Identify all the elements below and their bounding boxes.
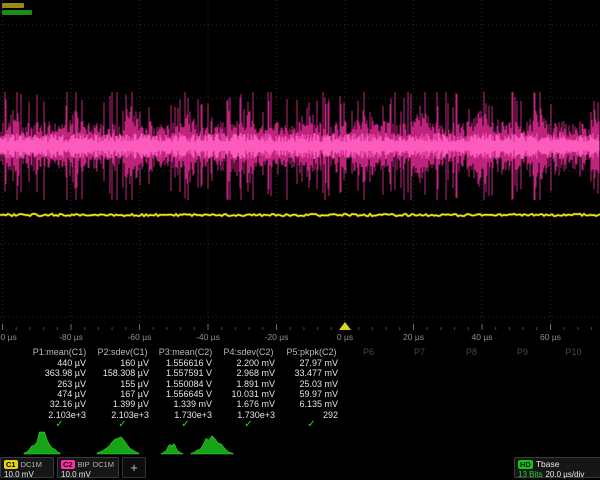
time-axis-label: -100 µs [0,332,33,342]
time-axis: -100 µs -80 µs -60 µs -40 µs -20 µs 0 µs 20 µs… [0,331,600,345]
time-axis-label: -20 µs [247,332,307,342]
param-header-p1[interactable]: P1:mean(C1) [28,347,91,357]
param-header-p6[interactable]: P6 [343,347,394,357]
param-value: 59.97 mV [280,389,343,399]
parameter-histicon [24,432,60,454]
time-axis-label: 20 µs [384,332,444,342]
param-value: 25.03 mV [280,379,343,389]
param-header-p10[interactable]: P10 [548,347,599,357]
param-value: 1.339 mV [154,399,217,409]
param-value: 2.200 mV [217,358,280,368]
param-value: 2.968 mV [217,368,280,378]
oscilloscope-screen: -100 µs -80 µs -60 µs -40 µs -20 µs 0 µs 20 µs… [0,0,600,480]
time-axis-label: -40 µs [178,332,238,342]
param-value: 1.676 mV [217,399,280,409]
parameter-histicon [191,436,233,454]
param-value: 474 µV [28,389,91,399]
toolbar-remnant-yellow-icon [2,3,24,8]
param-header-p9[interactable]: P9 [497,347,548,357]
c1-badge: C1 [4,460,18,469]
param-value: 2.103e+3 [28,410,91,420]
param-value: 1.399 µV [91,399,154,409]
add-trace-button[interactable]: + [122,457,146,478]
param-status-ok: ✓ [28,419,91,430]
time-axis-label: -80 µs [41,332,101,342]
param-status-ok: ✓ [280,419,343,430]
tbase-scale: 20.0 µs/div [545,470,584,479]
toolbar-remnant-green-icon [2,10,32,15]
channel-descriptor-c2[interactable]: C2 BIP DC1M 10.0 mV [57,457,119,478]
c2-badge: C2 [61,460,75,469]
param-status-ok: ✓ [217,419,280,430]
param-header-p3[interactable]: P3:mean(C2) [154,347,217,357]
trigger-position-marker [339,322,351,330]
param-value: 158.308 µV [91,368,154,378]
param-value: 2.103e+3 [91,410,154,420]
param-header-p4[interactable]: P4:sdev(C2) [217,347,280,357]
timebase-descriptor[interactable]: HD Tbase 13 Bits 20.0 µs/div [514,457,600,478]
param-value: 167 µV [91,389,154,399]
tbase-label: Tbase [536,460,560,469]
param-value: 1.891 mV [217,379,280,389]
tbase-bits: 13 Bits [518,470,542,479]
param-value: 1.730e+3 [217,410,280,420]
time-axis-label: 60 µs [521,332,581,342]
bottom-bar: C1 DC1M 10.0 mV C2 BIP DC1M 10.0 mV + HD… [0,456,600,480]
param-value: 363.98 µV [28,368,91,378]
param-value: 292 [280,410,343,420]
param-value: 155 µV [91,379,154,389]
param-value: 33.477 mV [280,368,343,378]
histicon-strip [0,430,600,456]
param-value: 1.730e+3 [154,410,217,420]
channel-descriptor-c1[interactable]: C1 DC1M 10.0 mV [0,457,54,478]
c1-coupling: DC1M [21,460,42,469]
param-header-p2[interactable]: P2:sdev(C1) [91,347,154,357]
hd-badge: HD [518,460,533,469]
param-value: 1.556616 V [154,358,217,368]
time-axis-label: -60 µs [110,332,170,342]
time-axis-label: 40 µs [452,332,512,342]
param-status-ok: ✓ [91,419,154,430]
param-value: 6.135 mV [280,399,343,409]
param-value: 440 µV [28,358,91,368]
param-header-p7[interactable]: P7 [394,347,445,357]
c1-vertical-scale: 10.0 mV [4,470,34,479]
parameter-histicon [161,444,183,454]
waveform-grid [0,0,600,332]
param-value: 263 µV [28,379,91,389]
measurement-table: P1:mean(C1)440 µV363.98 µV263 µV474 µV32… [0,347,600,432]
param-value: 1.550084 V [154,379,217,389]
param-header-p5[interactable]: P5:pkpk(C2) [280,347,343,357]
param-status-ok: ✓ [154,419,217,430]
param-value: 27.97 mV [280,358,343,368]
param-value: 1.556645 V [154,389,217,399]
parameter-histicon [97,437,139,454]
c2-vertical-scale: 10.0 mV [61,470,91,479]
param-value: 32.16 µV [28,399,91,409]
param-value: 160 µV [91,358,154,368]
param-value: 1.557591 V [154,368,217,378]
param-header-p8[interactable]: P8 [446,347,497,357]
time-axis-label: 0 µs [315,332,375,342]
c2-coupling: DC1M [93,460,114,469]
c2-mode: BIP [78,460,90,469]
param-value: 10.031 mV [217,389,280,399]
